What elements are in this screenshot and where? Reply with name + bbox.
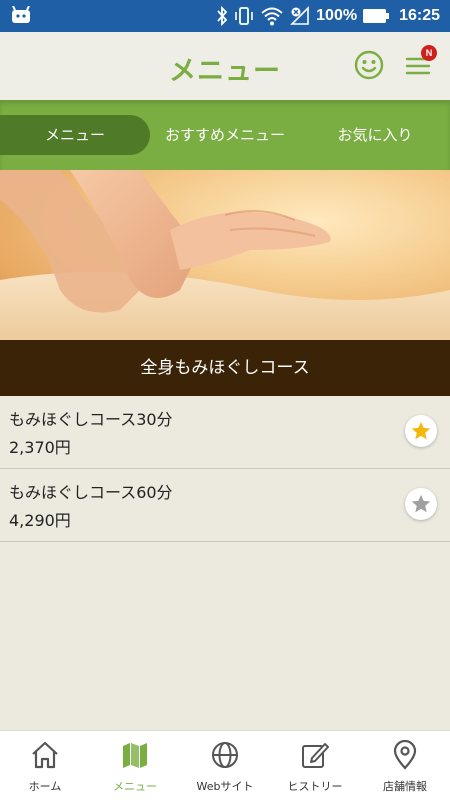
- notification-badge: N: [421, 45, 437, 61]
- battery-percent: 100%: [316, 7, 358, 24]
- status-bar: 100% 16:25: [0, 0, 450, 32]
- nav-label: メニュー: [113, 780, 157, 793]
- menu-item-name: もみほぐしコース60分: [9, 483, 173, 502]
- android-icon: [12, 6, 30, 23]
- bluetooth-icon: [217, 6, 228, 26]
- app-header: メニュー N: [0, 32, 450, 100]
- battery-icon: [363, 9, 390, 23]
- wifi-icon: [261, 7, 283, 26]
- tab-favorites[interactable]: お気に入り: [300, 115, 450, 155]
- favorite-star-button[interactable]: [405, 488, 437, 520]
- home-icon: [32, 741, 58, 769]
- clock: 16:25: [399, 7, 440, 24]
- map-icon: [123, 743, 147, 768]
- tab-menu[interactable]: メニュー: [0, 115, 150, 155]
- nav-store-info[interactable]: 店舗情報: [360, 731, 450, 800]
- menu-item[interactable]: もみほぐしコース60分 4,290円: [0, 469, 450, 542]
- nav-label: 店舗情報: [383, 780, 427, 793]
- favorite-star-button[interactable]: [405, 415, 437, 447]
- signal-off-icon: [290, 6, 309, 25]
- category-title: 全身もみほぐしコース: [0, 340, 450, 396]
- edit-icon: [302, 743, 329, 768]
- location-pin-icon: [393, 740, 417, 770]
- bottom-navigation: ホーム メニュー Webサイト ヒストリー 店舗情報: [0, 730, 450, 800]
- vibrate-icon: [235, 7, 253, 25]
- nav-home[interactable]: ホーム: [0, 731, 90, 800]
- nav-menu[interactable]: メニュー: [90, 731, 180, 800]
- menu-item-price: 4,290円: [9, 511, 71, 530]
- nav-label: Webサイト: [196, 780, 254, 793]
- smiley-icon[interactable]: [354, 50, 384, 80]
- star-filled-icon: [411, 421, 431, 440]
- star-outline-icon: [411, 494, 431, 513]
- globe-icon: [212, 742, 238, 768]
- nav-website[interactable]: Webサイト: [180, 731, 270, 800]
- nav-history[interactable]: ヒストリー: [270, 731, 360, 800]
- tab-recommended[interactable]: おすすめメニュー: [150, 115, 300, 155]
- menu-item-price: 2,370円: [9, 438, 71, 457]
- massage-hands-illustration: [0, 170, 450, 340]
- hero-image: [0, 170, 450, 340]
- menu-item[interactable]: もみほぐしコース30分 2,370円: [0, 396, 450, 469]
- nav-label: ヒストリー: [287, 780, 343, 793]
- tab-bar: メニュー おすすめメニュー お気に入り: [0, 100, 450, 170]
- menu-item-name: もみほぐしコース30分: [9, 410, 173, 429]
- nav-label: ホーム: [28, 780, 62, 793]
